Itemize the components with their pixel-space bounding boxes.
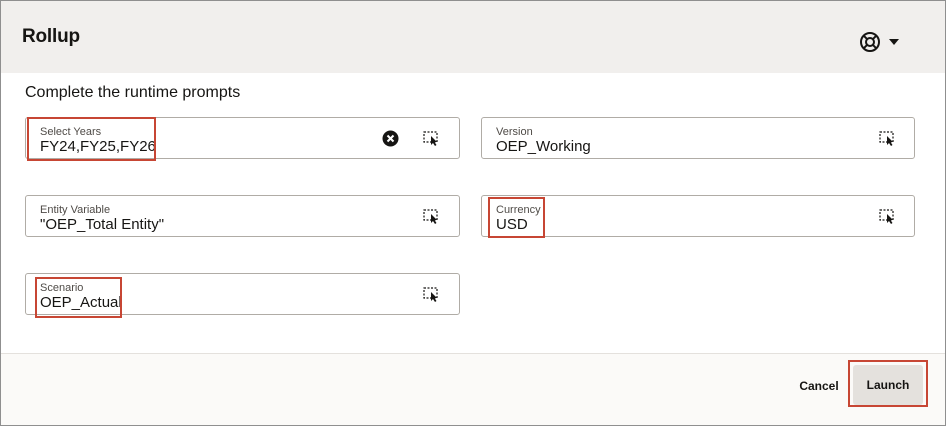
dialog-header: Rollup <box>1 1 945 73</box>
select-years-value[interactable]: FY24,FY25,FY26 <box>40 138 156 155</box>
currency-value[interactable]: USD <box>496 216 528 233</box>
dialog-title: Rollup <box>22 26 80 47</box>
currency-label: Currency <box>496 204 541 216</box>
version-value[interactable]: OEP_Working <box>496 138 591 155</box>
currency-field[interactable]: Currency USD <box>481 195 915 237</box>
rollup-dialog: Rollup Complete the runtime prompts Sele… <box>0 0 946 426</box>
launch-button[interactable]: Launch <box>853 365 923 405</box>
version-label: Version <box>496 126 533 138</box>
member-selector-icon[interactable] <box>423 209 440 224</box>
lifebuoy-icon <box>860 32 880 52</box>
member-selector-icon[interactable] <box>423 287 440 302</box>
member-selector-icon[interactable] <box>879 209 896 224</box>
select-years-field[interactable]: Select Years FY24,FY25,FY26 <box>25 117 460 159</box>
member-selector-icon[interactable] <box>879 131 896 146</box>
clear-icon[interactable] <box>382 130 399 147</box>
scenario-label: Scenario <box>40 282 84 294</box>
caret-down-icon <box>889 39 899 45</box>
help-menu-button[interactable] <box>854 29 906 55</box>
entity-variable-label: Entity Variable <box>40 204 111 216</box>
cancel-button[interactable]: Cancel <box>789 374 849 398</box>
scenario-field[interactable]: Scenario OEP_Actual <box>25 273 460 315</box>
prompts-area: Complete the runtime prompts Select Year… <box>1 73 945 353</box>
entity-variable-value[interactable]: "OEP_Total Entity" <box>40 216 164 233</box>
entity-variable-field[interactable]: Entity Variable "OEP_Total Entity" <box>25 195 460 237</box>
dialog-footer: Cancel Launch <box>1 353 945 425</box>
select-years-label: Select Years <box>40 126 102 138</box>
member-selector-icon[interactable] <box>423 131 440 146</box>
instructions-text: Complete the runtime prompts <box>25 84 241 101</box>
scenario-value[interactable]: OEP_Actual <box>40 294 122 311</box>
version-field[interactable]: Version OEP_Working <box>481 117 915 159</box>
